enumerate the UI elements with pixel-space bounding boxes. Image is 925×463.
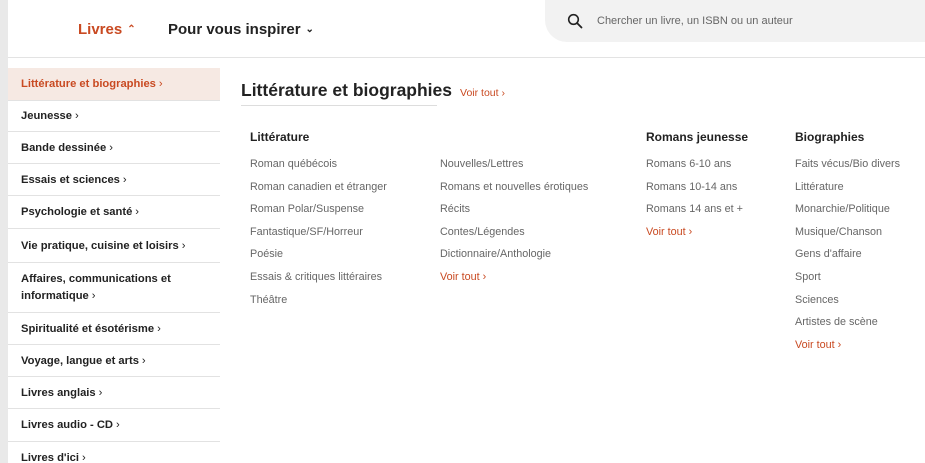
subcategory-link[interactable]: Récits xyxy=(440,202,588,225)
chevron-right-icon: › xyxy=(82,452,86,463)
sidebar-item[interactable]: Livres d'ici › xyxy=(8,442,220,463)
chevron-right-icon: › xyxy=(141,354,146,367)
sidebar-item[interactable]: Voyage, langue et arts › xyxy=(8,345,220,377)
subcategory-link[interactable]: Poésie xyxy=(250,247,387,270)
sidebar-item-text: Livres audio - CD › xyxy=(21,419,120,431)
chevron-up-icon: ⌃ xyxy=(127,24,136,35)
sidebar-item-label: Psychologie et santé xyxy=(21,206,133,218)
chevron-right-icon: › xyxy=(109,141,113,154)
search-input[interactable] xyxy=(597,12,907,30)
subcategory-link[interactable]: Sciences xyxy=(795,293,900,316)
subcategory-column: Romans jeunesse Romans 6-10 ans Romans 10-… xyxy=(646,130,748,247)
chevron-right-icon: › xyxy=(135,206,140,218)
subcategory-link[interactable]: Gens d'affaire xyxy=(795,247,900,270)
chevron-right-icon: › xyxy=(98,386,103,399)
see-all-link[interactable]: Voir tout › xyxy=(460,87,505,99)
subcategory-column: Biographies Faits vécus/Bio divers Littéra… xyxy=(795,130,900,360)
subcategory-link[interactable]: Dictionnaire/Anthologie xyxy=(440,247,588,270)
nav-inspire-menu[interactable]: Pour vous inspirer ⌄ xyxy=(168,21,314,38)
nav-books-label: Livres xyxy=(78,21,123,38)
panel-title-text: Littérature et biographies xyxy=(241,80,453,100)
panel-title: Littérature et biographies Voir tout › xyxy=(241,80,505,101)
column-heading: Littérature xyxy=(250,130,310,144)
sidebar-item[interactable]: Psychologie et santé › xyxy=(8,196,220,229)
sidebar-item-text: Vie pratique, cuisine et loisirs › xyxy=(21,240,185,252)
sidebar-item-text: Affaires, communications et informatique… xyxy=(21,271,181,305)
sidebar-item[interactable]: Jeunesse › xyxy=(8,101,220,132)
sidebar-item[interactable]: Vie pratique, cuisine et loisirs › xyxy=(8,229,220,263)
sidebar-item[interactable]: Littérature et biographies › xyxy=(8,68,220,101)
title-divider xyxy=(241,105,437,106)
sidebar-item[interactable]: Affaires, communications et informatique… xyxy=(8,263,220,313)
sidebar-item-label: Livres d'ici xyxy=(21,452,80,463)
column-heading: Biographies xyxy=(795,130,865,144)
column-heading: Romans jeunesse xyxy=(646,130,749,144)
subcategory-link[interactable]: Théâtre xyxy=(250,293,387,316)
subcategory-column: Nouvelles/Lettres Romans et nouvelles éro… xyxy=(440,130,588,293)
subcategory-link[interactable]: Romans et nouvelles érotiques xyxy=(440,180,588,203)
sidebar-item[interactable]: Bande dessinée › xyxy=(8,132,220,164)
sidebar-item-text: Littérature et biographies › xyxy=(21,78,163,90)
subcategory-link[interactable]: Nouvelles/Lettres xyxy=(440,157,588,180)
top-navigation: Livres ⌃ Pour vous inspirer ⌄ xyxy=(8,0,925,58)
sidebar-item-label: Livres audio - CD xyxy=(21,419,114,431)
chevron-right-icon: › xyxy=(116,419,120,431)
sidebar-item-text: Livres d'ici › xyxy=(21,452,86,463)
subcategory-link[interactable]: Romans 10-14 ans xyxy=(646,180,748,203)
chevron-down-icon: ⌄ xyxy=(305,24,314,35)
subcategory-link[interactable]: Contes/Légendes xyxy=(440,225,588,248)
subcategory-link[interactable]: Romans 14 ans et + xyxy=(646,202,748,225)
subcategory-link[interactable]: Artistes de scène xyxy=(795,315,900,338)
chevron-right-icon: › xyxy=(181,239,186,252)
sidebar-item-label: Spiritualité et ésotérisme xyxy=(21,322,155,335)
sidebar-item-text: Jeunesse › xyxy=(21,110,79,122)
sidebar-item-text: Psychologie et santé › xyxy=(21,206,139,218)
chevron-right-icon: › xyxy=(75,110,79,122)
sidebar-item-text: Spiritualité et ésotérisme › xyxy=(21,323,161,335)
sidebar-item[interactable]: Livres anglais › xyxy=(8,377,220,409)
chevron-right-icon: › xyxy=(122,173,127,186)
subcategory-link[interactable]: Romans 6-10 ans xyxy=(646,157,748,180)
sidebar-item-label: Essais et sciences xyxy=(21,173,120,186)
subcategory-link[interactable]: Sport xyxy=(795,270,900,293)
search-icon[interactable] xyxy=(567,13,583,29)
sidebar-item-label: Livres anglais xyxy=(21,386,96,399)
sidebar-item[interactable]: Spiritualité et ésotérisme › xyxy=(8,313,220,345)
sidebar-item-text: Essais et sciences › xyxy=(21,174,127,186)
see-all-link[interactable]: Voir tout › xyxy=(646,225,748,248)
chevron-right-icon: › xyxy=(91,289,96,302)
sidebar-item-label: Vie pratique, cuisine et loisirs xyxy=(21,239,179,252)
nav-inspire-label: Pour vous inspirer xyxy=(168,21,301,38)
see-all-link[interactable]: Voir tout › xyxy=(440,270,588,293)
page: Livres ⌃ Pour vous inspirer ⌄ Littérature … xyxy=(8,0,925,463)
subcategory-column: Littérature Roman québécois Roman canadien… xyxy=(250,130,387,315)
see-all-link[interactable]: Voir tout › xyxy=(795,338,900,361)
sidebar-item-label: Littérature et biographies xyxy=(21,78,156,90)
sidebar-item-text: Voyage, langue et arts › xyxy=(21,355,146,367)
subcategory-link[interactable]: Roman québécois xyxy=(250,157,387,180)
sidebar-item[interactable]: Livres audio - CD › xyxy=(8,409,220,442)
sidebar-item-label: Voyage, langue et arts xyxy=(21,354,139,367)
subcategory-link[interactable]: Fantastique/SF/Horreur xyxy=(250,225,387,248)
subcategory-link[interactable]: Essais & critiques littéraires xyxy=(250,270,387,293)
sidebar-item[interactable]: Essais et sciences › xyxy=(8,164,220,196)
subcategory-link[interactable]: Roman Polar/Suspense xyxy=(250,202,387,225)
search-bar xyxy=(545,0,925,42)
subcategory-link[interactable]: Musique/Chanson xyxy=(795,225,900,248)
sidebar-item-label: Affaires, communications et informatique xyxy=(21,272,171,302)
chevron-right-icon: › xyxy=(158,78,163,90)
subcategory-link[interactable]: Faits vécus/Bio divers xyxy=(795,157,900,180)
subcategory-link[interactable]: Littérature xyxy=(795,180,900,203)
sidebar-item-label: Jeunesse xyxy=(21,110,72,122)
nav-books-menu[interactable]: Livres ⌃ xyxy=(78,21,136,38)
chevron-right-icon: › xyxy=(157,322,161,335)
sidebar-item-label: Bande dessinée xyxy=(21,141,107,154)
sidebar-item-text: Livres anglais › xyxy=(21,387,102,399)
category-sidebar: Littérature et biographies › Jeunesse › Band… xyxy=(8,68,220,463)
subcategory-link[interactable]: Roman canadien et étranger xyxy=(250,180,387,203)
sidebar-item-text: Bande dessinée › xyxy=(21,142,113,154)
subcategory-link[interactable]: Monarchie/Politique xyxy=(795,202,900,225)
